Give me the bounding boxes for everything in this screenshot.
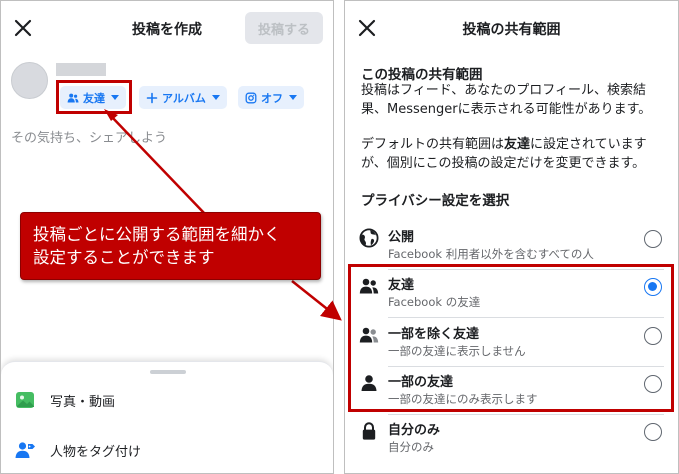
photo-icon	[14, 389, 36, 411]
sheet-item-tag-people[interactable]: 人物をタグ付け	[1, 428, 333, 472]
post-button[interactable]: 投稿する	[245, 12, 323, 44]
description-text: 果、Messengerに表示される可能性があります。	[361, 102, 652, 117]
section-title: この投稿の共有範囲	[361, 67, 483, 83]
page-title: 投稿の共有範囲	[462, 22, 561, 38]
callout-line-1: 投稿ごとに公開する範囲を細かく	[33, 225, 281, 244]
privacy-option-only-me[interactable]: 自分のみ 自分のみ	[345, 415, 678, 463]
option-subtitle: 自分のみ	[388, 440, 434, 454]
bottom-sheet: 写真・動画 人物をタグ付け	[1, 361, 333, 473]
sheet-item-label: 人物をタグ付け	[50, 444, 142, 460]
description-text: 投稿はフィード、あなたのプロフィール、検索結	[361, 83, 646, 98]
default-audience-text: が、個別にこの投稿の設定だけを変更できます。	[361, 156, 646, 171]
user-name-placeholder	[56, 63, 106, 76]
default-audience-text: デフォルトの共有範囲は友達に設定されています	[361, 135, 647, 155]
album-button[interactable]: アルバム	[139, 86, 227, 109]
plus-icon	[146, 92, 158, 104]
privacy-choice-heading: プライバシー設定を選択	[361, 193, 510, 209]
highlight-box-options	[348, 264, 674, 412]
option-title: 公開	[388, 230, 415, 245]
radio-button[interactable]	[644, 230, 662, 248]
radio-button[interactable]	[644, 423, 662, 441]
instagram-label: オフ	[261, 91, 283, 105]
top-bar: 投稿を作成 投稿する	[1, 1, 333, 57]
instagram-icon	[245, 92, 257, 104]
top-bar: 投稿の共有範囲	[345, 1, 678, 57]
explanation-callout: 投稿ごとに公開する範囲を細かく 設定することができます	[20, 212, 321, 280]
chevron-down-icon	[211, 95, 220, 100]
post-privacy-screen: 投稿の共有範囲 この投稿の共有範囲 投稿はフィード、あなたのプロフィール、検索結…	[344, 0, 679, 474]
tag-people-icon	[14, 439, 36, 461]
sheet-item-photo-video[interactable]: 写真・動画	[1, 378, 333, 422]
callout-line-2: 設定することができます	[33, 248, 215, 267]
default-audience-text-end: に設定されています	[530, 137, 647, 152]
privacy-option-public[interactable]: 公開 Facebook 利用者以外を含むすべての人	[345, 222, 678, 270]
option-subtitle: Facebook 利用者以外を含むすべての人	[388, 247, 594, 261]
composer-input[interactable]: その気持ち、シェアしよう	[11, 127, 167, 146]
default-audience-value: 友達	[504, 137, 531, 152]
default-audience-text-start: デフォルトの共有範囲は	[361, 137, 505, 152]
option-title: 自分のみ	[388, 423, 441, 438]
instagram-share-toggle[interactable]: オフ	[238, 86, 304, 109]
chevron-down-icon	[289, 95, 297, 100]
sheet-grabber[interactable]	[150, 370, 186, 374]
album-label: アルバム	[162, 91, 206, 105]
lock-icon	[359, 421, 379, 441]
highlight-box-audience	[56, 80, 132, 114]
sheet-item-label: 写真・動画	[50, 394, 116, 410]
globe-icon	[359, 228, 379, 248]
avatar	[11, 62, 48, 99]
